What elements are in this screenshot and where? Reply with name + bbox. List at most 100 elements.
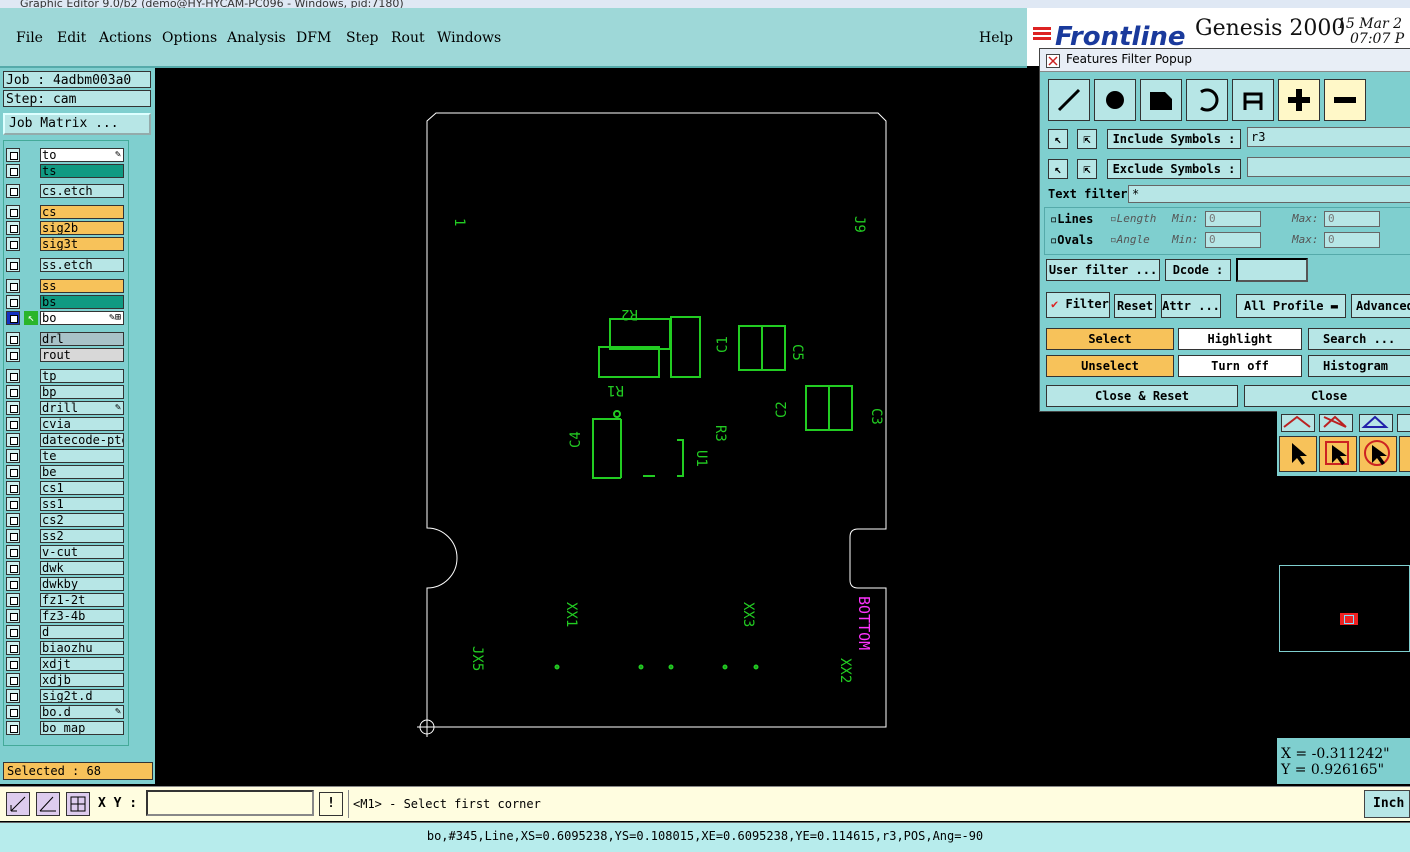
layer-checkbox[interactable] <box>6 385 20 399</box>
layer-checkbox[interactable] <box>6 433 20 447</box>
angle-measure-icon[interactable] <box>36 792 60 816</box>
menu-rout[interactable]: Rout <box>391 30 425 46</box>
max-length-input[interactable]: 0 <box>1324 211 1380 227</box>
layer-row-be[interactable]: be <box>6 465 124 479</box>
layer-checkbox[interactable] <box>6 237 20 251</box>
filter-toggle[interactable]: ✔ Filter <box>1046 292 1110 318</box>
layer-name[interactable]: ss.etch <box>40 258 124 272</box>
layer-row-bo-map[interactable]: bo_map <box>6 721 124 735</box>
layer-checkbox[interactable] <box>6 545 20 559</box>
popup-close-icon[interactable] <box>1046 54 1060 68</box>
job-matrix-button[interactable]: Job Matrix ... <box>3 113 151 135</box>
turn-off-button[interactable]: Turn off <box>1178 355 1302 377</box>
layer-row-ss2[interactable]: ss2 <box>6 529 124 543</box>
layer-checkbox[interactable] <box>6 529 20 543</box>
include-symbols-input[interactable]: r3 <box>1247 127 1410 147</box>
layer-name[interactable]: ts <box>40 164 124 178</box>
menu-edit[interactable]: Edit <box>57 30 86 46</box>
layer-name[interactable]: dwk <box>40 561 124 575</box>
layer-row-rout[interactable]: rout <box>6 348 124 362</box>
layer-checkbox[interactable] <box>6 577 20 591</box>
overview-map[interactable] <box>1277 476 1410 738</box>
layer-checkbox[interactable] <box>6 657 20 671</box>
text-tool-icon[interactable] <box>1232 79 1274 121</box>
layer-name[interactable]: v-cut <box>40 545 124 559</box>
layer-name[interactable]: cs2 <box>40 513 124 527</box>
layer-name[interactable]: fz3-4b <box>40 609 124 623</box>
layer-checkbox[interactable] <box>6 332 20 346</box>
max-angle-input[interactable]: 0 <box>1324 232 1380 248</box>
text-filter-input[interactable]: * <box>1128 185 1410 203</box>
layer-name[interactable]: dwkby <box>40 577 124 591</box>
layer-row-to[interactable]: to ✎ <box>6 148 124 162</box>
layer-row-cs[interactable]: cs <box>6 205 124 219</box>
layer-checkbox[interactable] <box>6 148 20 162</box>
layer-row-cs1[interactable]: cs1 <box>6 481 124 495</box>
layer-name[interactable]: cvia <box>40 417 124 431</box>
exclude-symbols-button[interactable]: Exclude Symbols : <box>1107 159 1241 179</box>
layer-checkbox[interactable] <box>6 593 20 607</box>
layer-row-fz3-4b[interactable]: fz3-4b <box>6 609 124 623</box>
layer-checkbox[interactable] <box>6 513 20 527</box>
units-button[interactable]: Inch <box>1364 790 1410 818</box>
layer-row-cvia[interactable]: cvia <box>6 417 124 431</box>
layer-row-sig3t[interactable]: sig3t <box>6 237 124 251</box>
layer-checkbox[interactable] <box>6 221 20 235</box>
layer-checkbox[interactable] <box>6 673 20 687</box>
close-reset-button[interactable]: Close & Reset <box>1046 385 1238 407</box>
layer-checkbox[interactable] <box>6 625 20 639</box>
layer-row-d[interactable]: d <box>6 625 124 639</box>
pointer-box-tool-icon[interactable] <box>1319 436 1357 472</box>
layer-name[interactable]: cs1 <box>40 481 124 495</box>
shape-tool-4-icon[interactable] <box>1397 414 1410 432</box>
menu-help[interactable]: Help <box>979 30 1013 46</box>
layer-checkbox[interactable] <box>6 721 20 735</box>
layer-name[interactable]: drl <box>40 332 124 346</box>
layer-row-cs-etch[interactable]: cs.etch <box>6 184 124 198</box>
min-length-input[interactable]: 0 <box>1205 211 1261 227</box>
search-button[interactable]: Search ... <box>1308 328 1410 350</box>
layer-checkbox[interactable] <box>6 609 20 623</box>
layer-row-dwk[interactable]: dwk <box>6 561 124 575</box>
add-filter-icon[interactable] <box>1278 79 1320 121</box>
measure-icon[interactable] <box>6 792 30 816</box>
shape-tool-1-icon[interactable] <box>1281 414 1315 432</box>
attr-button[interactable]: Attr ... <box>1161 294 1221 318</box>
layer-checkbox[interactable] <box>6 689 20 703</box>
layer-row-bo-d[interactable]: bo.d ✎ <box>6 705 124 719</box>
include-pick2-icon[interactable]: ⇱ <box>1077 129 1097 149</box>
layer-row-drl[interactable]: drl <box>6 332 124 346</box>
layer-row-ss1[interactable]: ss1 <box>6 497 124 511</box>
close-button[interactable]: Close <box>1244 385 1410 407</box>
menu-options[interactable]: Options <box>162 30 217 46</box>
layer-name[interactable]: bo ✎⊞ <box>40 311 124 325</box>
ovals-checkbox[interactable]: ▫Ovals <box>1050 233 1093 247</box>
layer-checkbox[interactable] <box>6 449 20 463</box>
alert-icon[interactable]: ! <box>319 792 343 816</box>
layer-row-bp[interactable]: bp <box>6 385 124 399</box>
menu-file[interactable]: File <box>16 30 43 46</box>
layer-name[interactable]: rout <box>40 348 124 362</box>
layer-checkbox[interactable] <box>6 184 20 198</box>
layer-row-sig2t-d[interactable]: sig2t.d <box>6 689 124 703</box>
user-filter-button[interactable]: User filter ... <box>1046 259 1160 281</box>
layer-checkbox[interactable] <box>6 205 20 219</box>
layer-checkbox[interactable] <box>6 481 20 495</box>
layer-name[interactable]: bs <box>40 295 124 309</box>
layer-row-datecode-pte[interactable]: datecode-pte <box>6 433 124 447</box>
min-angle-input[interactable]: 0 <box>1205 232 1261 248</box>
include-pick-icon[interactable]: ↖ <box>1048 129 1068 149</box>
layer-name[interactable]: to ✎ <box>40 148 124 162</box>
pointer-circle-tool-icon[interactable] <box>1359 436 1397 472</box>
layer-checkbox[interactable] <box>6 295 20 309</box>
layer-row-bo[interactable]: ↖ bo ✎⊞ <box>6 311 124 325</box>
layer-row-xdjb[interactable]: xdjb <box>6 673 124 687</box>
layer-checkbox[interactable] <box>6 465 20 479</box>
layer-name[interactable]: sig2t.d <box>40 689 124 703</box>
include-symbols-button[interactable]: Include Symbols : <box>1107 129 1241 149</box>
line-tool-icon[interactable] <box>1048 79 1090 121</box>
layer-name[interactable]: bp <box>40 385 124 399</box>
pad-tool-icon[interactable] <box>1094 79 1136 121</box>
reset-button[interactable]: Reset <box>1114 294 1156 318</box>
layer-checkbox[interactable] <box>6 279 20 293</box>
